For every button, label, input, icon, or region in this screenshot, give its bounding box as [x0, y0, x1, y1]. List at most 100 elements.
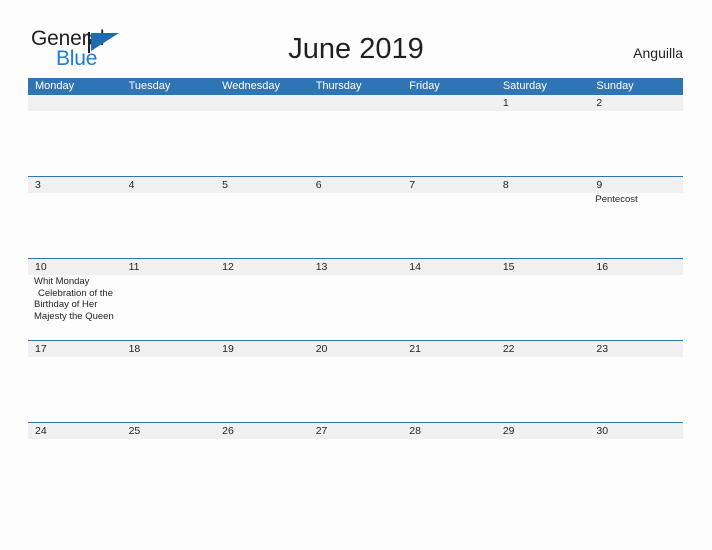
date-number-band: 24 25 26 27 28 29 30	[28, 423, 683, 439]
day-events-26	[215, 439, 309, 504]
day-events-20	[309, 357, 403, 422]
day-events-15	[496, 275, 590, 340]
day-number-16[interactable]: 16	[589, 259, 683, 275]
day-number-15[interactable]: 15	[496, 259, 590, 275]
event-band	[28, 111, 683, 176]
day-events-19	[215, 357, 309, 422]
day-number-9[interactable]: 9	[589, 177, 683, 193]
day-number-23[interactable]: 23	[589, 341, 683, 357]
region-label: Anguilla	[633, 45, 683, 61]
day-number-5[interactable]: 5	[215, 177, 309, 193]
date-number-band: 12	[28, 95, 683, 111]
weekday-header-tuesday: Tuesday	[128, 80, 171, 92]
day-number-empty	[122, 95, 216, 111]
day-number-28[interactable]: 28	[402, 423, 496, 439]
day-number-10[interactable]: 10	[28, 259, 122, 275]
day-number-21[interactable]: 21	[402, 341, 496, 357]
day-events-5	[215, 193, 309, 258]
weekday-header-saturday: Saturday	[502, 80, 547, 92]
event-band	[28, 357, 683, 422]
day-events-30	[589, 439, 683, 504]
day-number-24[interactable]: 24	[28, 423, 122, 439]
day-events-11	[122, 275, 216, 340]
day-events-6	[309, 193, 403, 258]
day-number-empty	[402, 95, 496, 111]
day-number-6[interactable]: 6	[309, 177, 403, 193]
day-events-8	[496, 193, 590, 258]
day-number-20[interactable]: 20	[309, 341, 403, 357]
day-number-25[interactable]: 25	[122, 423, 216, 439]
day-events-empty	[309, 111, 403, 176]
weekday-header-monday: Monday	[35, 80, 75, 92]
weekday-header-row: Monday Tuesday Wednesday Thursday Friday Satu…	[28, 78, 683, 95]
calendar-week-row: 17 18 19 20 21 22 23	[28, 340, 683, 422]
day-events-27	[309, 439, 403, 504]
day-number-empty	[215, 95, 309, 111]
day-events-25	[122, 439, 216, 504]
event-label: Celebration of the Birthday of Her Majes…	[34, 287, 114, 322]
weekday-header-sunday: Sunday	[596, 80, 634, 92]
calendar-weeks: 1 2 3 4 5 6 7 8 9 Pentecost 10 11 12 13 14 15 16 Whit Mon…	[28, 95, 683, 504]
day-number-8[interactable]: 8	[496, 177, 590, 193]
day-events-empty	[28, 111, 122, 176]
day-number-27[interactable]: 27	[309, 423, 403, 439]
calendar-week-row: 12	[28, 95, 683, 176]
calendar-grid: Monday Tuesday Wednesday Thursday Friday Satu…	[28, 78, 683, 504]
day-number-7[interactable]: 7	[402, 177, 496, 193]
day-events-2	[589, 111, 683, 176]
day-number-3[interactable]: 3	[28, 177, 122, 193]
day-number-11[interactable]: 11	[122, 259, 216, 275]
day-number-empty	[309, 95, 403, 111]
day-number-22[interactable]: 22	[496, 341, 590, 357]
day-events-9[interactable]: Pentecost	[589, 193, 683, 258]
day-events-empty	[402, 111, 496, 176]
date-number-band: 10 11 12 13 14 15 16	[28, 259, 683, 275]
event-band: Whit Monday Celebration of the Birthday o…	[28, 275, 683, 340]
day-events-18	[122, 357, 216, 422]
day-number-19[interactable]: 19	[215, 341, 309, 357]
day-events-3	[28, 193, 122, 258]
day-events-13	[309, 275, 403, 340]
day-events-empty	[215, 111, 309, 176]
calendar-week-row: 24 25 26 27 28 29 30	[28, 422, 683, 504]
day-number-12[interactable]: 12	[215, 259, 309, 275]
day-events-17	[28, 357, 122, 422]
weekday-header-wednesday: Wednesday	[222, 80, 281, 92]
day-number-18[interactable]: 18	[122, 341, 216, 357]
day-events-29	[496, 439, 590, 504]
day-number-empty	[28, 95, 122, 111]
day-events-12	[215, 275, 309, 340]
day-number-17[interactable]: 17	[28, 341, 122, 357]
date-number-band: 17 18 19 20 21 22 23	[28, 341, 683, 357]
event-label: Whit Monday	[34, 276, 90, 287]
day-number-2[interactable]: 2	[589, 95, 683, 111]
event-band: Pentecost	[28, 193, 683, 258]
day-events-7	[402, 193, 496, 258]
day-number-30[interactable]: 30	[589, 423, 683, 439]
day-events-21	[402, 357, 496, 422]
day-events-28	[402, 439, 496, 504]
day-events-24	[28, 439, 122, 504]
day-events-22	[496, 357, 590, 422]
day-events-23	[589, 357, 683, 422]
day-number-1[interactable]: 1	[496, 95, 590, 111]
day-number-13[interactable]: 13	[309, 259, 403, 275]
day-number-14[interactable]: 14	[402, 259, 496, 275]
page-header: General Blue June 2019 Anguilla	[0, 0, 712, 78]
day-events-4	[122, 193, 216, 258]
day-number-4[interactable]: 4	[122, 177, 216, 193]
day-events-10[interactable]: Whit Monday Celebration of the Birthday o…	[28, 275, 122, 340]
date-number-band: 3456789	[28, 177, 683, 193]
day-events-1	[496, 111, 590, 176]
weekday-header-friday: Friday	[409, 80, 440, 92]
day-events-14	[402, 275, 496, 340]
calendar-week-row: 3 4 5 6 7 8 9 Pentecost	[28, 176, 683, 258]
day-events-empty	[122, 111, 216, 176]
page-title: June 2019	[288, 33, 424, 65]
calendar-week-row: 10 11 12 13 14 15 16 Whit Monday Celebration of …	[28, 258, 683, 340]
event-label: Pentecost	[595, 194, 638, 205]
weekday-header-thursday: Thursday	[315, 80, 362, 92]
day-number-26[interactable]: 26	[215, 423, 309, 439]
day-number-29[interactable]: 29	[496, 423, 590, 439]
event-band	[28, 439, 683, 504]
